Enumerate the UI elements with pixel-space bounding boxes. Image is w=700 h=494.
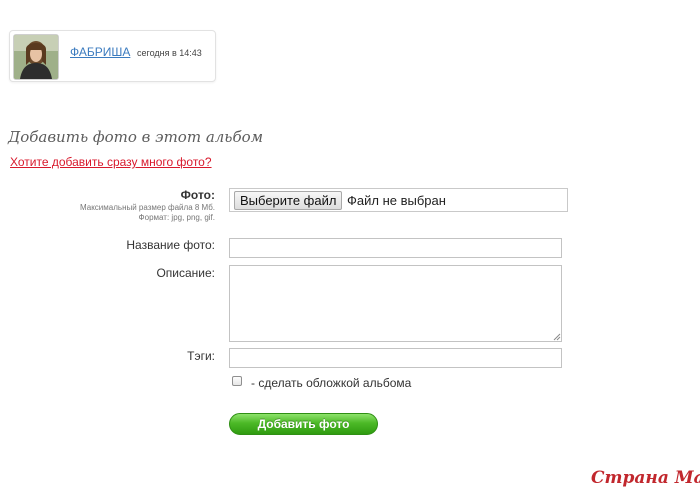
photo-format-hint: Формат: jpg, png, gif. (138, 213, 215, 222)
file-status: Файл не выбран (347, 193, 446, 208)
post-timestamp: сегодня в 14:43 (137, 48, 202, 58)
resize-grip-icon[interactable] (553, 333, 561, 341)
bulk-upload-link[interactable]: Хотите добавить сразу много фото? (10, 155, 212, 169)
tags-input[interactable] (229, 348, 562, 368)
author-name-link[interactable]: ФАБРИША (70, 45, 130, 59)
site-watermark: Страна Мам (591, 468, 700, 488)
author-card: ФАБРИША сегодня в 14:43 (9, 30, 216, 82)
album-cover-checkbox[interactable] (232, 376, 242, 386)
avatar-image (14, 35, 58, 79)
description-textarea[interactable] (229, 265, 562, 342)
photo-name-label: Название фото: (126, 238, 215, 252)
file-input[interactable]: Выберите файл Файл не выбран (229, 188, 568, 212)
add-photo-button[interactable]: Добавить фото (229, 413, 378, 435)
album-cover-label: - сделать обложкой альбома (251, 376, 412, 390)
tags-label: Тэги: (187, 349, 215, 363)
choose-file-button[interactable]: Выберите файл (234, 191, 343, 210)
photo-name-input[interactable] (229, 238, 562, 258)
photo-label: Фото: (180, 188, 215, 202)
upload-form-title: Добавить фото в этот альбом (8, 128, 264, 146)
photo-size-hint: Максимальный размер файла 8 Мб. (80, 203, 215, 212)
avatar[interactable] (13, 34, 59, 80)
description-label: Описание: (156, 266, 215, 280)
